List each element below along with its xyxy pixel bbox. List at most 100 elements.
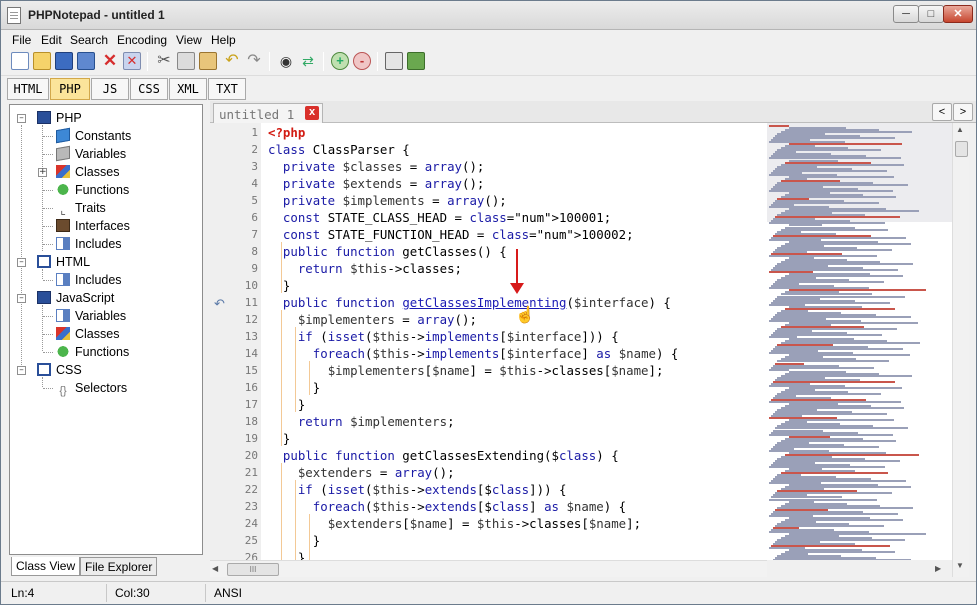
line-number: 13 — [244, 330, 258, 343]
status-line: Ln:4 — [7, 584, 107, 602]
tree-php-constants[interactable]: Constants — [56, 127, 131, 145]
code-minimap[interactable] — [767, 123, 952, 560]
line-number: 9 — [251, 262, 258, 275]
expand-classes-toggle[interactable]: + — [38, 168, 47, 177]
tree-js-classes[interactable]: Classes — [56, 325, 119, 343]
navigate-back-icon[interactable]: ↶ — [214, 296, 225, 312]
tree-php-variables[interactable]: Variables — [56, 145, 126, 163]
app-window: PHPNotepad - untitled 1 ─ □ ✕ File Edit … — [0, 0, 977, 605]
menu-view[interactable]: View — [176, 33, 202, 47]
horizontal-scroll-thumb[interactable]: III — [227, 563, 279, 576]
menu-encoding[interactable]: Encoding — [117, 33, 167, 47]
open-file-icon[interactable] — [33, 52, 51, 70]
code-line: return $this->classes; — [297, 261, 462, 276]
tab-scroll-right-button[interactable]: > — [953, 103, 973, 121]
tab-scroll-left-button[interactable]: < — [932, 103, 952, 121]
zoom-in-icon[interactable]: + — [331, 52, 349, 70]
scroll-right-arrow-icon[interactable]: ▶ — [935, 564, 941, 573]
code-line: private $classes = array(); — [282, 159, 485, 174]
collapse-javascript-toggle[interactable]: – — [17, 294, 26, 303]
toolbar-separator — [147, 52, 148, 71]
tree-php-functions[interactable]: Functions — [56, 181, 129, 199]
tab-class-view[interactable]: Class View — [11, 557, 81, 576]
minimap-line — [769, 222, 885, 225]
tree-php-interfaces[interactable]: Interfaces — [56, 217, 130, 235]
maximize-button[interactable]: □ — [918, 5, 944, 23]
classes-icon — [56, 165, 70, 178]
code-editor[interactable]: 1 2 3 4 5 6 7 8 9 10 11 12 13 14 15 16 17 18 19 20 21 22 23 24 2… — [210, 123, 767, 560]
scroll-up-arrow-icon[interactable]: ▲ — [956, 125, 964, 134]
collapse-html-toggle[interactable]: – — [17, 258, 26, 267]
tree-css[interactable]: CSS — [37, 361, 82, 379]
scroll-left-arrow-icon[interactable]: ◀ — [212, 564, 218, 573]
close-tab-icon[interactable]: x — [305, 106, 319, 120]
lang-js-button[interactable]: JS — [91, 78, 129, 100]
line-number: 14 — [244, 347, 258, 360]
tree-php-traits[interactable]: ⌞ Traits — [56, 199, 106, 217]
interfaces-icon — [56, 219, 70, 232]
collapse-php-toggle[interactable]: – — [17, 114, 26, 123]
toolbar: ✕ ✕ ✂ ↶ ↷ ◉ ⇄ + - — [1, 49, 976, 75]
line-number: 4 — [251, 177, 258, 190]
tree-html[interactable]: HTML — [37, 253, 90, 271]
line-number: 26 — [244, 551, 258, 560]
menu-edit[interactable]: Edit — [41, 33, 62, 47]
toolbar-separator — [377, 52, 378, 71]
save-icon[interactable] — [55, 52, 73, 70]
tree-css-selectors[interactable]: {} Selectors — [56, 379, 127, 397]
line-number: 8 — [251, 245, 258, 258]
horizontal-scrollbar[interactable]: ◀ III ▶ — [210, 560, 941, 577]
tree-php-classes[interactable]: Classes — [56, 163, 119, 181]
menu-search[interactable]: Search — [70, 33, 108, 47]
line-number: 1 — [251, 126, 258, 139]
copy-icon[interactable] — [177, 52, 195, 70]
line-number: 22 — [244, 483, 258, 496]
minimap-line — [769, 189, 893, 192]
code-line: public function getClasses() { — [282, 244, 507, 259]
save-all-icon[interactable] — [77, 52, 95, 70]
undo-icon[interactable]: ↶ — [223, 52, 241, 70]
close-all-icon[interactable]: ✕ — [123, 52, 141, 70]
paste-icon[interactable] — [199, 52, 217, 70]
close-file-icon[interactable]: ✕ — [101, 52, 119, 70]
status-column: Col:30 — [111, 584, 206, 602]
includes-icon — [56, 237, 70, 250]
menu-file[interactable]: File — [12, 33, 31, 47]
new-file-icon[interactable] — [11, 52, 29, 70]
tree-php[interactable]: PHP — [37, 109, 82, 127]
print-icon[interactable] — [385, 52, 403, 70]
exit-icon[interactable] — [407, 52, 425, 70]
functions-icon — [56, 183, 70, 196]
tree-js-variables[interactable]: Variables — [56, 307, 126, 325]
tab-file-explorer[interactable]: File Explorer — [80, 557, 158, 576]
redo-icon[interactable]: ↷ — [245, 52, 263, 70]
vertical-scrollbar[interactable]: ▲ ▼ — [952, 123, 969, 577]
lang-css-button[interactable]: CSS — [130, 78, 168, 100]
toolbar-separator — [323, 52, 324, 71]
close-button[interactable]: ✕ — [943, 5, 973, 23]
find-icon[interactable]: ◉ — [277, 52, 295, 70]
zoom-out-icon[interactable]: - — [353, 52, 371, 70]
tree-javascript[interactable]: JavaScript — [37, 289, 114, 307]
file-tab[interactable]: untitled 1 x — [213, 103, 323, 123]
javascript-icon — [37, 291, 51, 304]
menu-help[interactable]: Help — [211, 33, 236, 47]
line-number-margin: 1 2 3 4 5 6 7 8 9 10 11 12 13 14 15 16 17 18 19 20 21 22 23 24 2… — [210, 123, 261, 560]
line-number: 20 — [244, 449, 258, 462]
cut-icon[interactable]: ✂ — [155, 52, 173, 70]
tree-php-includes[interactable]: Includes — [56, 235, 122, 253]
vertical-scroll-thumb[interactable] — [955, 141, 968, 157]
minimap-line — [769, 433, 893, 436]
lang-xml-button[interactable]: XML — [169, 78, 207, 100]
lang-txt-button[interactable]: TXT — [208, 78, 246, 100]
line-number: 19 — [244, 432, 258, 445]
scroll-down-arrow-icon[interactable]: ▼ — [956, 561, 964, 570]
code-line: const STATE_FUNCTION_HEAD = class="num">… — [282, 227, 634, 242]
replace-icon[interactable]: ⇄ — [299, 52, 317, 70]
lang-html-button[interactable]: HTML — [7, 78, 49, 100]
lang-php-button[interactable]: PHP — [50, 78, 90, 100]
collapse-css-toggle[interactable]: – — [17, 366, 26, 375]
tree-js-functions[interactable]: Functions — [56, 343, 129, 361]
minimize-button[interactable]: ─ — [893, 5, 919, 23]
tree-html-includes[interactable]: Includes — [56, 271, 122, 289]
